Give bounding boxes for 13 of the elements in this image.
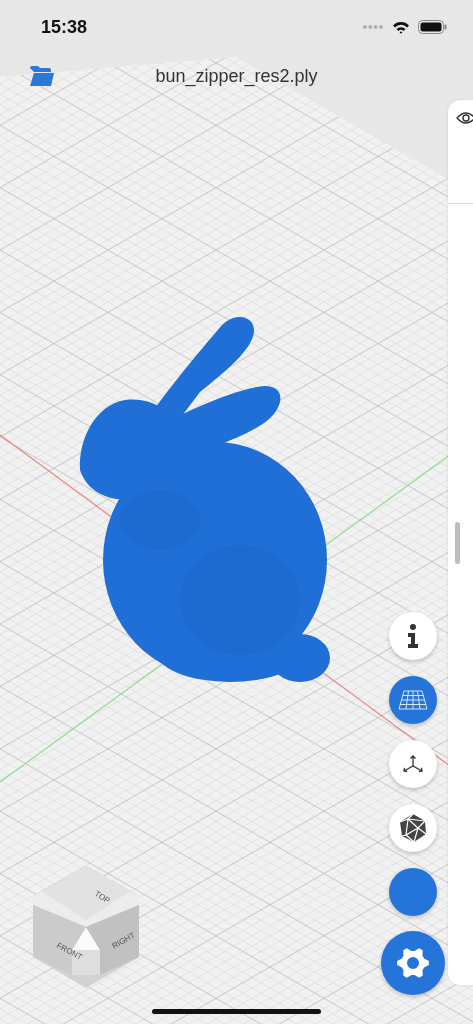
signal-icon [362,24,384,30]
eye-icon[interactable] [456,111,473,125]
wifi-icon [392,20,410,34]
scroll-handle[interactable] [455,522,460,564]
battery-icon [418,20,447,34]
info-icon [407,624,419,648]
cube-face-label: TOP [92,889,112,906]
polyhedron-icon [398,813,428,843]
axes-icon [402,754,424,774]
grid-icon [398,690,428,710]
file-title: bun_zipper_res2.ply [155,65,318,87]
status-time: 15:38 [41,16,88,38]
folder-icon[interactable] [29,65,55,87]
